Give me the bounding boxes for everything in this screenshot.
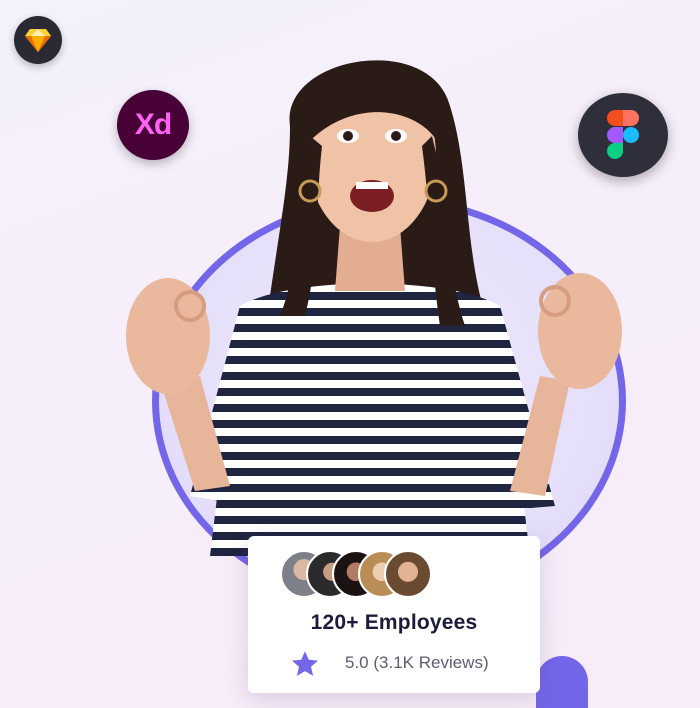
avatar-group xyxy=(280,550,440,598)
decorative-blob xyxy=(536,656,588,708)
sketch-badge xyxy=(14,16,62,64)
sketch-diamond-icon xyxy=(25,29,51,52)
rating-row: 5.0 (3.1K Reviews) xyxy=(290,649,510,679)
star-icon xyxy=(292,651,318,676)
employees-card: 120+ Employees 5.0 (3.1K Reviews) xyxy=(248,536,540,693)
rating-text: 5.0 (3.1K Reviews) xyxy=(345,653,489,672)
avatar xyxy=(384,550,432,598)
woman-photo xyxy=(126,60,622,556)
employees-count: 120+ Employees xyxy=(310,611,478,634)
